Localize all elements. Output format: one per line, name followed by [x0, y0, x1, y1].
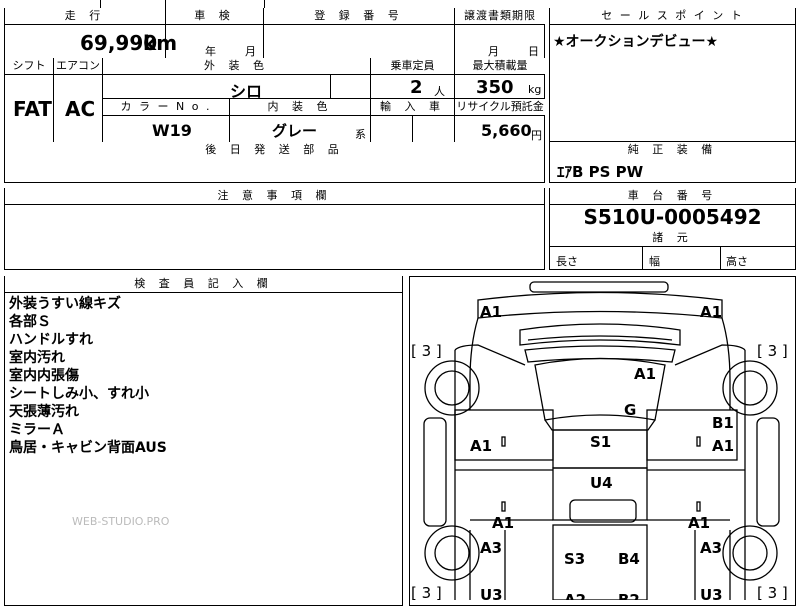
mark-hood: A1: [634, 365, 656, 383]
mark-bed-right: B4: [618, 550, 640, 568]
mark-tire-front-right: [ 3 ]: [757, 342, 788, 360]
mark-tire-rear-left: [ 3 ]: [411, 584, 442, 600]
mark-bed-front: U4: [590, 474, 613, 492]
mark-left-rear: A3: [480, 539, 502, 557]
mark-rear-left: U3: [480, 586, 503, 600]
mark-tire-front-left: [ 3 ]: [411, 342, 442, 360]
mark-right-rear: A3: [700, 539, 722, 557]
mark-roof: S1: [590, 433, 611, 451]
mark-left-lower: A1: [492, 514, 514, 532]
mark-front-left: A1: [480, 303, 502, 321]
mark-bed-left: S3: [564, 550, 585, 568]
mark-tire-rear-right: [ 3 ]: [757, 584, 788, 600]
mark-front-right: A1: [700, 303, 722, 321]
mark-right-lower: A1: [688, 514, 710, 532]
mark-right-fender: B1: [712, 414, 734, 432]
mark-tail-left: A2: [564, 591, 586, 600]
mark-rear-right: U3: [700, 586, 723, 600]
mark-tail-right: B2: [618, 591, 640, 600]
mark-right-door: A1: [712, 437, 734, 455]
vehicle-diagram: A1 A1 [ 3 ] [ 3 ] A1 G B1 A1 A1 S1 U4 A1…: [411, 281, 788, 600]
mark-windshield: G: [624, 401, 636, 419]
mark-left-door: A1: [470, 437, 492, 455]
